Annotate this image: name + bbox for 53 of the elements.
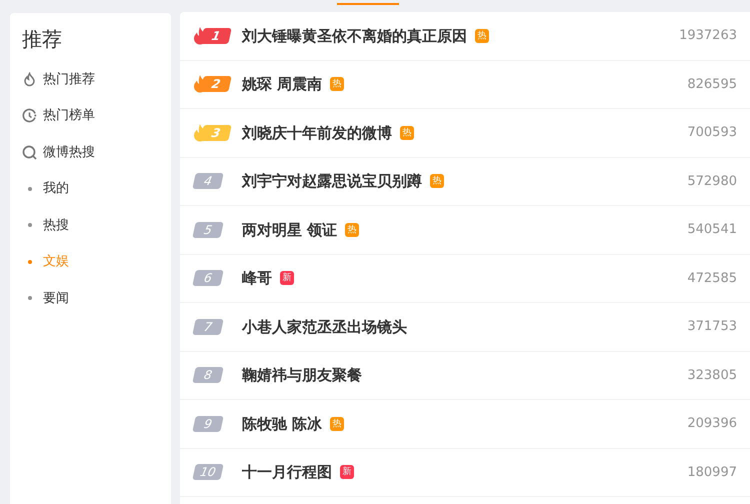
topic-tag: 热: [345, 222, 360, 237]
heat-count: 826595: [687, 76, 737, 94]
rank-badge: 9: [192, 416, 224, 432]
topic-link[interactable]: 十一月行程图: [242, 461, 332, 484]
topic-tag: 热: [475, 28, 489, 43]
heat-count: 371753: [687, 318, 737, 336]
search-icon: [22, 144, 37, 160]
flame-icon: [194, 75, 206, 94]
heat-count: 323805: [687, 366, 737, 384]
topic-link[interactable]: 陈牧驰 陈冰: [242, 412, 322, 435]
rank-badge: 10: [192, 464, 224, 480]
bullet-icon: [28, 223, 32, 228]
topic-tag: 新: [280, 271, 294, 286]
fire-icon: [22, 72, 37, 87]
heat-count: 1937263: [679, 27, 737, 45]
topic-link[interactable]: 两对明星 领证: [242, 218, 338, 241]
topic-link[interactable]: 姚琛 周震南: [242, 73, 322, 96]
bullet-icon: [28, 260, 32, 264]
rank-badge: 6: [192, 270, 224, 286]
flame-icon: [194, 124, 206, 142]
topic-link[interactable]: 刘晓庆十年前发的微博: [242, 122, 392, 144]
heat-count: 472585: [687, 270, 737, 288]
topic-link[interactable]: 刘宇宁对赵露思说宝贝别蹲: [242, 170, 422, 192]
sidebar-item[interactable]: 要闻: [22, 280, 171, 316]
rank-badge: 8: [192, 367, 224, 384]
bullet-icon: [28, 296, 32, 300]
sidebar-item[interactable]: 我的: [22, 170, 171, 207]
flame-icon: [194, 26, 206, 45]
heat-count: 209396: [687, 415, 737, 433]
sidebar-item[interactable]: 微博热搜: [22, 134, 171, 170]
active-tab-underline: [337, 3, 399, 5]
topic-tag: 热: [330, 416, 344, 431]
sidebar-item[interactable]: 热搜: [22, 207, 171, 244]
topic-link[interactable]: 鞠婧祎与朋友聚餐: [242, 364, 362, 386]
heat-count: 572980: [687, 172, 737, 190]
topic-tag: 热: [330, 77, 344, 92]
topic-link[interactable]: 刘大锤曝黄圣依不离婚的真正原因: [242, 24, 467, 47]
sidebar-item[interactable]: 热门推荐: [22, 61, 171, 98]
rank-badge: 7: [192, 318, 224, 335]
heat-count: 700593: [687, 124, 737, 142]
heat-count: 540541: [687, 221, 737, 239]
rank-badge: 4: [192, 173, 224, 190]
topic-tag: 新: [340, 465, 354, 480]
topic-link[interactable]: 峰哥: [242, 267, 272, 290]
clock-icon: [22, 108, 37, 124]
topic-link[interactable]: 小巷人家范丞丞出场镜头: [242, 316, 407, 338]
topic-tag: 热: [400, 126, 414, 140]
rank-badge: 5: [192, 222, 224, 238]
bullet-icon: [28, 186, 32, 191]
topic-tag: 热: [430, 174, 444, 188]
sidebar-item[interactable]: 热门榜单: [22, 98, 171, 134]
heat-count: 180997: [687, 464, 737, 482]
sidebar-title: 推荐: [22, 26, 62, 53]
